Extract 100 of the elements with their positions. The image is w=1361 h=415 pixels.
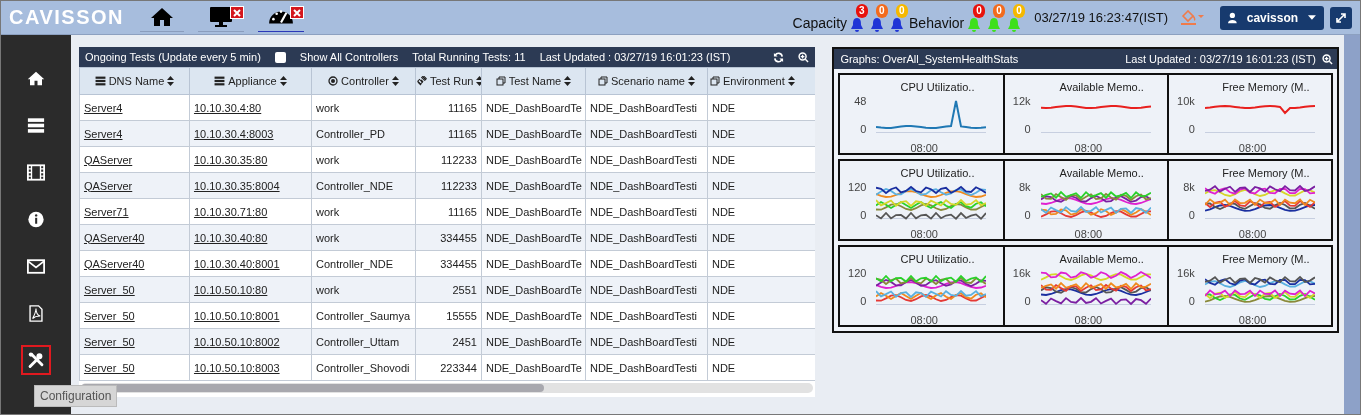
caret-icon [1308, 15, 1316, 20]
alert-count: 3 [856, 4, 868, 18]
graph-card[interactable]: CPU Utilizatio.. 120 0 08:00 [840, 161, 1005, 239]
graph-card[interactable]: Available Memo.. 16k 0 08:00 [1004, 247, 1169, 325]
tooltip: Configuration [34, 385, 118, 407]
copy-icon [709, 75, 720, 86]
axis-label: 0 [859, 123, 867, 135]
table-cell: 223344 [415, 354, 482, 381]
bell-icon[interactable] [890, 17, 905, 32]
table-cell: 15555 [415, 302, 482, 329]
table-cell: NDE_DashBoardTesti [585, 276, 708, 303]
table-cell: Controller_Shovodi [311, 354, 416, 381]
zoom-icon[interactable] [1322, 53, 1333, 65]
graph-card[interactable]: Free Memory (M.. 16k 0 08:00 [1168, 247, 1331, 325]
link-icon [416, 75, 427, 86]
table-cell: work [311, 94, 416, 121]
axis-label: 120 [847, 181, 867, 193]
table-cell: NDE_DashBoardTe [481, 276, 586, 303]
logo: CAVISSON [9, 6, 124, 29]
axis-label: 8k [1182, 181, 1195, 193]
table-cell: NDE [707, 224, 816, 251]
graph-card[interactable]: Free Memory (M.. 8k 0 08:00 [1168, 161, 1331, 239]
refresh-icon[interactable] [773, 51, 785, 63]
axis-label: 48 [853, 95, 867, 107]
table-cell: NDE_DashBoardTe [481, 172, 586, 199]
axis-label: 0 [1023, 123, 1031, 135]
axis-label: 16k [1011, 267, 1031, 279]
table-cell: NDE_DashBoardTe [481, 198, 586, 225]
axis-label: 0 [1187, 209, 1195, 221]
table-cell: NDE_DashBoardTe [481, 302, 586, 329]
table-cell: NDE_DashBoardTe [481, 354, 586, 381]
graph-card[interactable]: Available Memo.. 8k 0 08:00 [1004, 161, 1169, 239]
graph-title: Free Memory (M.. [1222, 81, 1310, 93]
table-cell: 334455 [415, 224, 482, 251]
table-cell: NDE_DashBoardTe [481, 146, 586, 173]
bell-icon[interactable] [870, 17, 885, 32]
graph-title: Available Memo.. [1059, 167, 1144, 179]
table-cell: NDE_DashBoardTesti [585, 120, 708, 147]
fullscreen-button[interactable] [1330, 6, 1352, 29]
expand-icon [1335, 11, 1347, 24]
column-header[interactable]: Appliance [189, 67, 312, 95]
table-cell: NDE [707, 120, 816, 147]
table-cell: NDE_DashBoardTesti [585, 198, 708, 225]
table-cell: NDE [707, 328, 816, 355]
table-link[interactable]: Server4 [83, 101, 123, 114]
total-tests: Total Running Tests: 11 [412, 51, 526, 63]
close-badge-icon [290, 6, 304, 19]
copy-icon [597, 75, 608, 86]
table-cell: NDE_DashBoardTe [481, 328, 586, 355]
table-cell: 11165 [415, 198, 482, 225]
column-header[interactable]: Environment [707, 67, 816, 95]
column-header[interactable]: Scenario name [585, 67, 708, 95]
tools-icon[interactable] [20, 345, 51, 375]
panel-title: Ongoing Tests (Update every 5 min) [84, 51, 261, 63]
table-cell: NDE_DashBoardTe [481, 94, 586, 121]
table-cell: 112233 [415, 146, 482, 173]
user-menu-button[interactable]: cavisson [1220, 5, 1324, 30]
monitor-icon [208, 6, 234, 28]
header-tab[interactable] [258, 3, 304, 32]
sort-icon [787, 75, 795, 86]
graph-title: CPU Utilizatio.. [900, 253, 975, 265]
server-list-icon [94, 75, 106, 86]
zoom-icon[interactable] [798, 51, 810, 63]
column-header[interactable]: DNS Name [79, 67, 190, 95]
sort-icon [564, 75, 572, 86]
graph-card[interactable]: Free Memory (M.. 10k 0 08:00 [1168, 75, 1331, 153]
table-cell: NDE_DashBoardTesti [585, 224, 708, 251]
column-header[interactable]: Test Run [415, 67, 482, 95]
checkbox[interactable] [274, 51, 286, 63]
axis-label: 0 [1187, 123, 1195, 135]
alert-count: 0 [973, 4, 985, 18]
column-header[interactable]: Test Name [481, 67, 586, 95]
axis-label: 0 [1187, 295, 1195, 307]
table-cell: 2451 [415, 328, 482, 355]
graph-card[interactable]: Available Memo.. 12k 0 08:00 [1004, 75, 1169, 153]
graph-card[interactable]: CPU Utilizatio.. 120 0 08:00 [840, 247, 1005, 325]
axis-label: 08:00 [910, 314, 939, 326]
graph-title: Available Memo.. [1059, 253, 1144, 265]
server-list-icon [214, 75, 226, 86]
header-tab[interactable] [198, 3, 244, 32]
table-cell: NDE_DashBoardTesti [585, 94, 708, 121]
sort-icon [687, 75, 695, 86]
table-cell: 334455 [415, 250, 482, 277]
bell-icon[interactable] [850, 17, 865, 32]
graph-title: CPU Utilizatio.. [900, 167, 975, 179]
column-header[interactable]: Controller [311, 67, 416, 95]
axis-label: 16k [1176, 267, 1195, 279]
graph-card[interactable]: CPU Utilizatio.. 48 0 08:00 [840, 75, 1005, 153]
table-cell: 11165 [415, 120, 482, 147]
axis-label: 120 [847, 267, 867, 279]
table-link[interactable]: Server4 [83, 127, 123, 140]
axis-label: 08:00 [1238, 314, 1268, 326]
axis-label: 08:00 [910, 142, 939, 154]
table-link[interactable]: Server71 [83, 205, 129, 218]
table-cell: NDE_DashBoardTesti [585, 172, 708, 199]
axis-label: 08:00 [1074, 142, 1104, 154]
axis-label: 08:00 [1238, 228, 1268, 240]
axis-label: 0 [859, 209, 867, 221]
last-updated: Last Updated : 03/27/19 16:01:23 (IST) [539, 51, 731, 63]
sort-icon [279, 75, 287, 86]
